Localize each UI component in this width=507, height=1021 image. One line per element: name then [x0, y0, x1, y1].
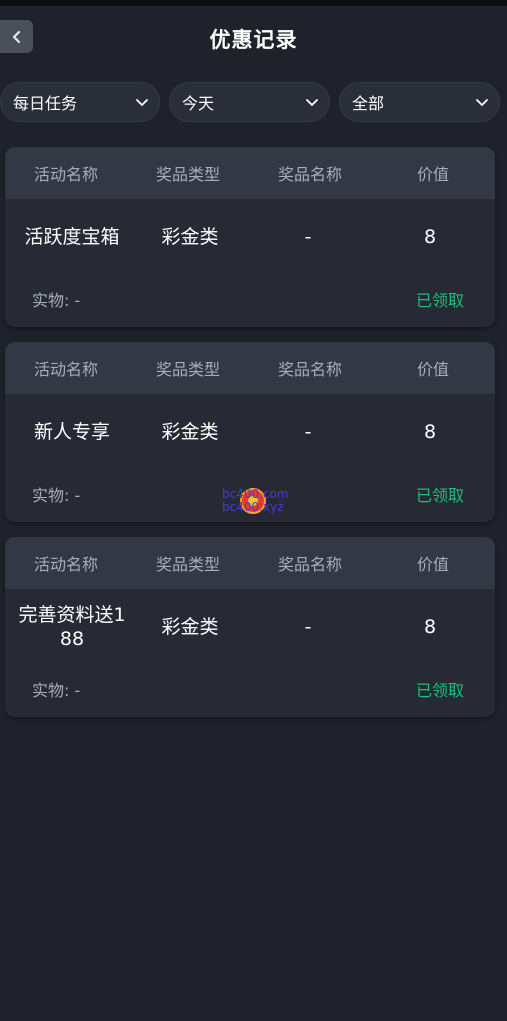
- record-card: 活动名称 奖品类型 奖品名称 价值 活跃度宝箱 彩金类 - 8 实物: - 已领…: [5, 147, 495, 327]
- physical-prize: 实物: -: [32, 486, 81, 505]
- record-card-header: 活动名称 奖品类型 奖品名称 价值: [5, 342, 495, 394]
- column-activity-name: 活动名称: [33, 555, 98, 574]
- physical-prize: 实物: -: [32, 681, 81, 700]
- prize-type: 彩金类: [161, 616, 219, 638]
- record-row: 活跃度宝箱 彩金类 - 8: [5, 199, 495, 275]
- record-card-header: 活动名称 奖品类型 奖品名称 价值: [5, 147, 495, 199]
- column-value: 价值: [416, 555, 449, 574]
- claim-status: 已领取: [415, 486, 464, 505]
- prize-value: 8: [423, 616, 437, 638]
- prize-value: 8: [423, 226, 437, 248]
- activity-name: 活跃度宝箱: [24, 226, 120, 248]
- record-card: 活动名称 奖品类型 奖品名称 价值 完善资料送1 88 彩金类 - 8 实物: …: [5, 537, 495, 717]
- status-label: 全部: [352, 94, 385, 113]
- column-prize-type: 奖品类型: [155, 360, 220, 379]
- column-activity-name: 活动名称: [33, 360, 98, 379]
- date-range-label: 今天: [182, 94, 215, 113]
- watermark: bc400.com bc400.xyz: [222, 487, 294, 517]
- activity-name: 新人专享: [33, 421, 110, 443]
- filter-bar: 每日任务 今天 全部: [0, 82, 507, 122]
- prize-name: -: [304, 226, 312, 248]
- task-type-label: 每日任务: [13, 94, 78, 113]
- prize-name: -: [304, 616, 312, 638]
- claim-status: 已领取: [415, 681, 464, 700]
- record-row: 新人专享 彩金类 - 8: [5, 394, 495, 470]
- chevron-down-icon: [306, 99, 318, 106]
- column-value: 价值: [416, 360, 449, 379]
- record-card-header: 活动名称 奖品类型 奖品名称 价值: [5, 537, 495, 589]
- physical-prize: 实物: -: [32, 291, 81, 310]
- chevron-down-icon: [136, 99, 148, 106]
- prize-type: 彩金类: [161, 421, 219, 443]
- column-prize-type: 奖品类型: [155, 555, 220, 574]
- record-row: 完善资料送1 88 彩金类 - 8: [5, 589, 495, 665]
- activity-name: 完善资料送1 88: [18, 604, 126, 650]
- column-activity-name: 活动名称: [33, 165, 98, 184]
- watermark-text-2: bc400.xyz: [222, 500, 284, 514]
- column-prize-name: 奖品名称: [277, 360, 342, 379]
- prize-value: 8: [423, 421, 437, 443]
- prize-type: 彩金类: [161, 226, 219, 248]
- task-type-select[interactable]: 每日任务: [0, 82, 160, 122]
- header: 优惠记录: [0, 6, 507, 70]
- claim-status: 已领取: [415, 291, 464, 310]
- chevron-down-icon: [476, 99, 488, 106]
- date-range-select[interactable]: 今天: [169, 82, 330, 122]
- column-prize-type: 奖品类型: [155, 165, 220, 184]
- page-title: 优惠记录: [209, 28, 298, 52]
- column-prize-name: 奖品名称: [277, 555, 342, 574]
- record-footer: 实物: - 已领取: [5, 665, 495, 709]
- prize-name: -: [304, 421, 312, 443]
- column-value: 价值: [416, 165, 449, 184]
- record-footer: 实物: - 已领取: [5, 275, 495, 319]
- column-prize-name: 奖品名称: [277, 165, 342, 184]
- status-select[interactable]: 全部: [339, 82, 500, 122]
